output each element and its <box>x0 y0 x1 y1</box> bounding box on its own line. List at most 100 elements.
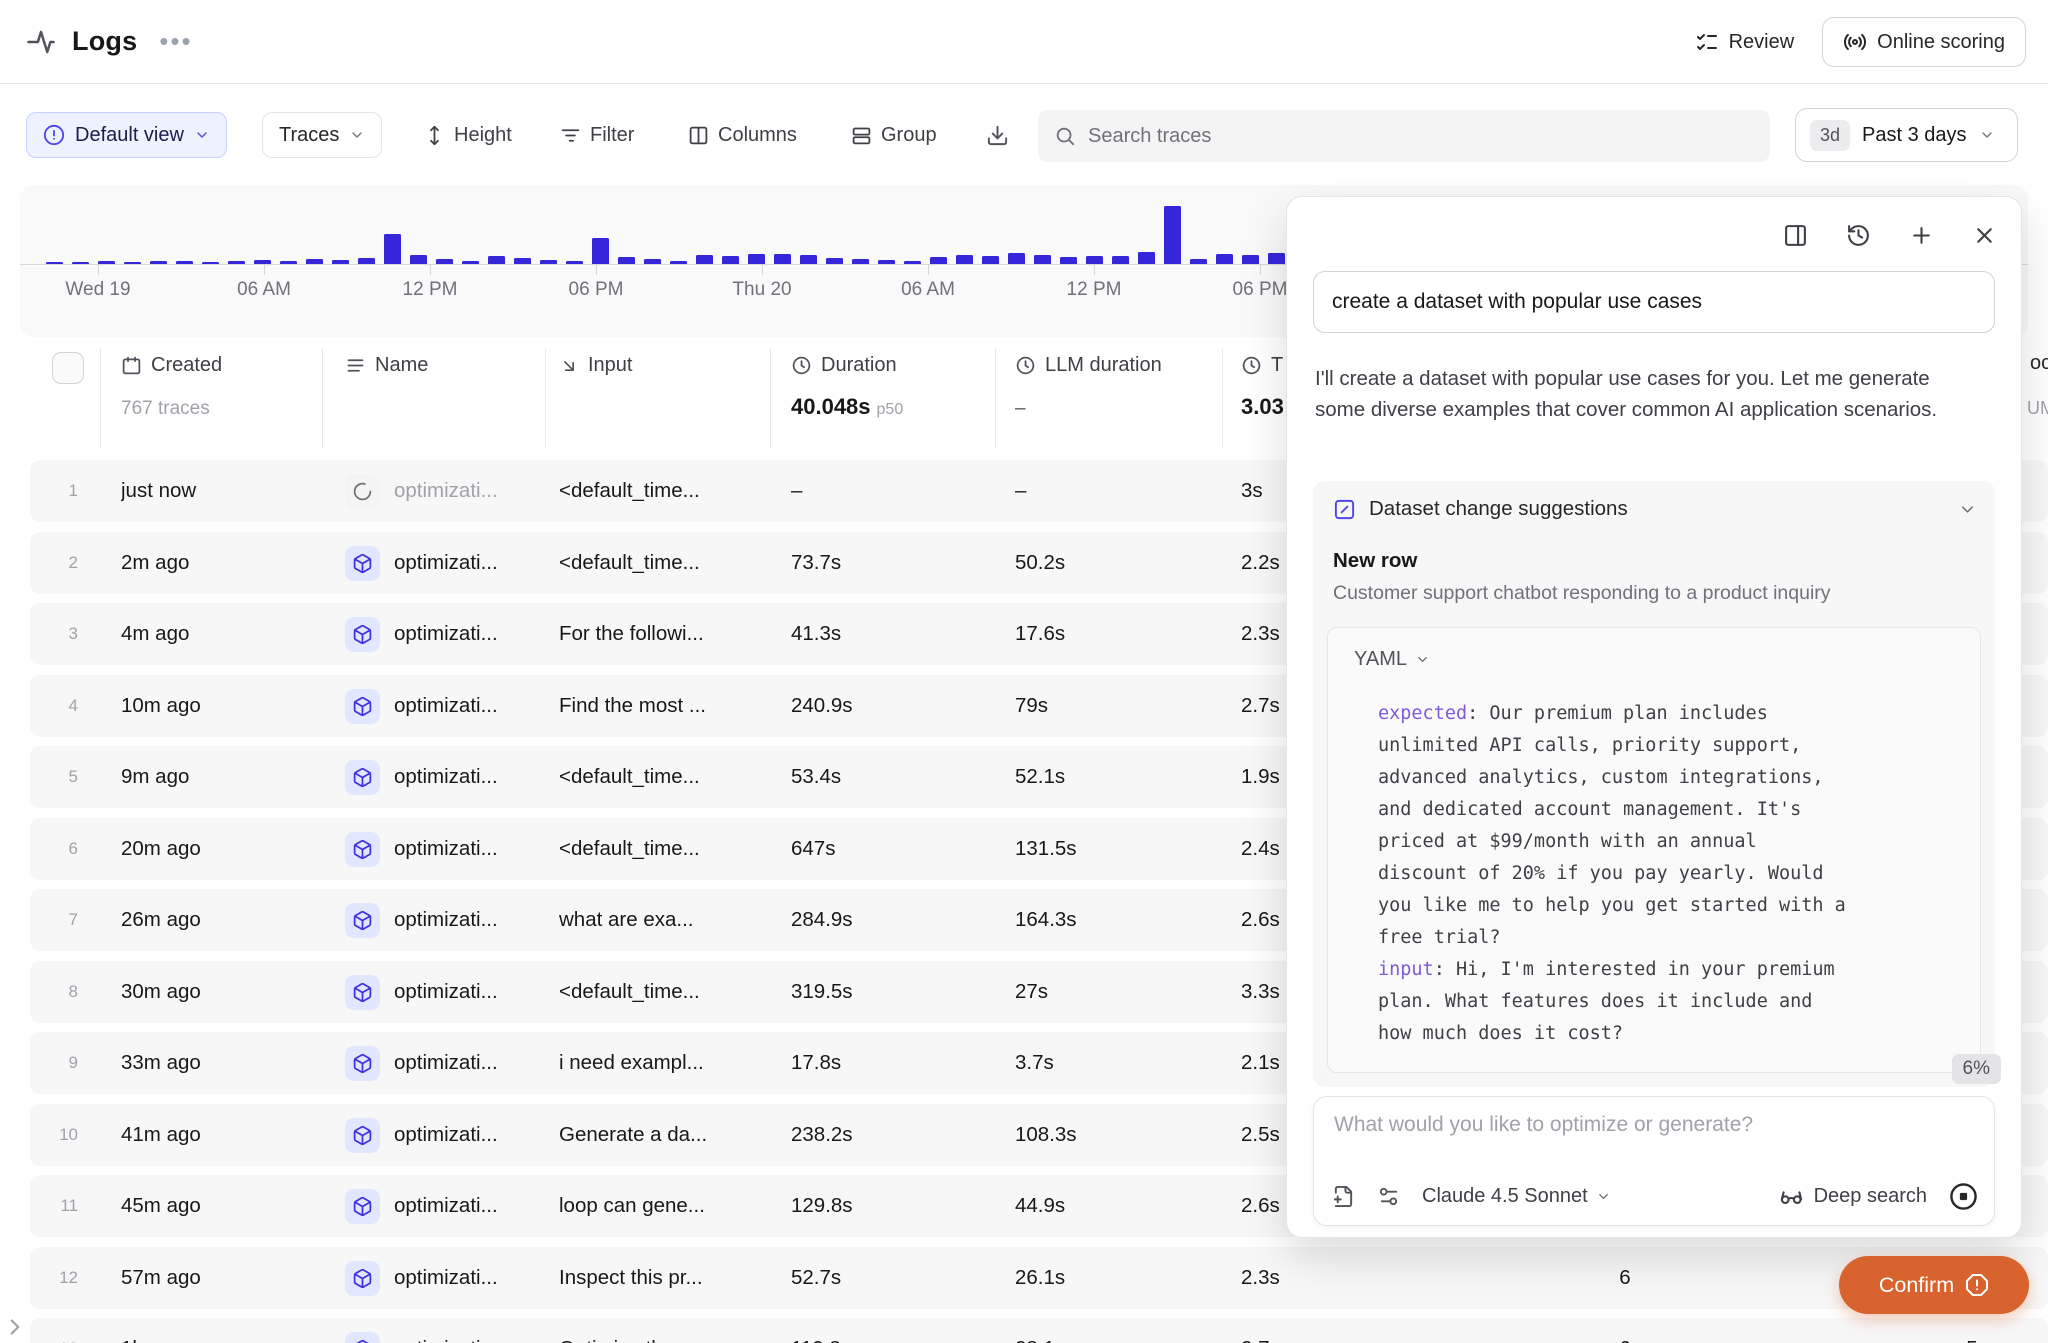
axis-tick <box>264 265 265 275</box>
row-number: 8 <box>30 961 78 1023</box>
axis-tick <box>1260 265 1261 275</box>
page-menu-icon[interactable]: ••• <box>159 26 192 57</box>
histogram-bar <box>150 261 167 264</box>
cell-duration: 110.8s <box>791 1318 971 1343</box>
table-row[interactable]: 1257m ago optimizati...Inspect this pr..… <box>30 1247 2048 1309</box>
cell-input: For the followi... <box>559 603 764 665</box>
histogram-bar <box>644 259 661 264</box>
group-button[interactable]: Group <box>851 112 937 158</box>
suggestion-item-title: New row <box>1333 549 1417 573</box>
row-height-button[interactable]: Height <box>424 112 512 158</box>
cell-duration: 17.8s <box>791 1032 971 1094</box>
cell-input: Optimize the p... <box>559 1318 764 1343</box>
stop-icon[interactable] <box>1949 1182 1978 1211</box>
cell-llm-duration: 17.6s <box>1015 603 1195 665</box>
axis-label: 06 AM <box>194 279 334 301</box>
axis-tick <box>1094 265 1095 275</box>
clipped-column-agg: UM <box>2027 398 2048 419</box>
axis-label: 12 PM <box>360 279 500 301</box>
composer-input[interactable] <box>1334 1113 1974 1137</box>
code-line: priced at $99/month with an annual <box>1378 826 1960 858</box>
progress-badge: 6% <box>1952 1054 2001 1084</box>
chevron-right-icon[interactable] <box>2 1314 28 1340</box>
move-vertical-icon <box>424 125 445 146</box>
model-selector[interactable]: Claude 4.5 Sonnet <box>1422 1185 1611 1208</box>
header-created[interactable]: Created <box>121 354 222 377</box>
select-all-checkbox[interactable] <box>52 352 84 384</box>
header-llm-duration[interactable]: LLM duration <box>1015 354 1162 377</box>
histogram-bar <box>826 258 843 264</box>
entity-selector[interactable]: Traces <box>262 112 382 158</box>
settings-icon[interactable] <box>1377 1185 1400 1208</box>
export-button[interactable] <box>986 112 1009 158</box>
chevron-down-icon <box>1596 1189 1611 1204</box>
cell-llm-duration: – <box>1015 460 1195 522</box>
cube-icon <box>345 689 380 724</box>
filter-button[interactable]: Filter <box>560 112 634 158</box>
histogram-bar <box>176 261 193 264</box>
columns-button[interactable]: Columns <box>688 112 797 158</box>
columns-icon <box>688 125 709 146</box>
confirm-button[interactable]: Confirm <box>1839 1256 2029 1314</box>
yaml-code-block: YAML expected: Our premium plan includes… <box>1327 627 1981 1073</box>
header-ttft[interactable]: T <box>1241 354 1283 377</box>
panel-right-icon[interactable] <box>1783 223 1808 248</box>
cell-duration: 647s <box>791 818 971 880</box>
histogram-bar <box>592 238 609 264</box>
header-input[interactable]: Input <box>559 354 632 377</box>
chevron-down-icon <box>194 127 210 143</box>
header-duration[interactable]: Duration <box>791 354 897 377</box>
histogram-bar <box>1268 253 1285 264</box>
time-range-badge: 3d <box>1810 120 1850 151</box>
cell-input: Generate a da... <box>559 1104 764 1166</box>
histogram-bar <box>982 256 999 264</box>
plus-icon[interactable] <box>1909 223 1934 248</box>
deep-search-label: Deep search <box>1814 1185 1927 1208</box>
table-row[interactable]: 131h ago optimizati...Optimize the p...1… <box>30 1318 2048 1343</box>
text-lines-icon <box>345 355 366 376</box>
histogram-bar <box>1242 255 1259 264</box>
view-selector[interactable]: Default view <box>26 112 227 158</box>
cell-name: optimizati... <box>394 961 544 1023</box>
time-range-selector[interactable]: 3d Past 3 days <box>1795 108 2018 162</box>
axis-tick <box>762 265 763 275</box>
cell-created: 41m ago <box>121 1104 321 1166</box>
user-prompt-input[interactable] <box>1332 290 1976 314</box>
header-name[interactable]: Name <box>345 354 428 377</box>
cell-observations: 6 <box>1595 1247 1655 1309</box>
axis-tick <box>596 265 597 275</box>
code-line: advanced analytics, custom integrations, <box>1378 762 1960 794</box>
histogram-bar <box>904 261 921 264</box>
close-icon[interactable] <box>1972 223 1997 248</box>
online-scoring-button[interactable]: Online scoring <box>1822 17 2026 67</box>
octagon-alert-icon <box>1965 1273 1989 1297</box>
history-icon[interactable] <box>1846 223 1871 248</box>
histogram-bar <box>852 259 869 264</box>
cell-created: 20m ago <box>121 818 321 880</box>
histogram-bar <box>774 254 791 264</box>
histogram-bar <box>332 260 349 264</box>
chevron-down-icon[interactable] <box>1958 500 1977 519</box>
cell-ttft: 2.7s <box>1241 1318 1381 1343</box>
deep-search-toggle[interactable]: Deep search <box>1779 1184 1927 1209</box>
cell-created: 1h ago <box>121 1318 321 1343</box>
cell-name: optimizati... <box>394 532 544 594</box>
search-input[interactable] <box>1088 125 1754 148</box>
histogram-bar <box>800 255 817 264</box>
cell-input: Find the most ... <box>559 675 764 737</box>
clock-icon <box>1015 355 1036 376</box>
file-plus-icon[interactable] <box>1332 1185 1355 1208</box>
format-label: YAML <box>1354 648 1407 671</box>
review-button[interactable]: Review <box>1695 30 1795 54</box>
chevron-down-icon <box>349 127 365 143</box>
row-number: 9 <box>30 1032 78 1094</box>
cell-duration: 53.4s <box>791 746 971 808</box>
axis-tick <box>430 265 431 275</box>
histogram-bar <box>436 259 453 264</box>
format-selector[interactable]: YAML <box>1354 648 1430 671</box>
cell-llm-duration: 27s <box>1015 961 1195 1023</box>
histogram-bar <box>462 261 479 264</box>
cube-icon <box>345 1189 380 1224</box>
review-label: Review <box>1729 31 1795 54</box>
cell-name: optimizati... <box>394 1175 544 1237</box>
